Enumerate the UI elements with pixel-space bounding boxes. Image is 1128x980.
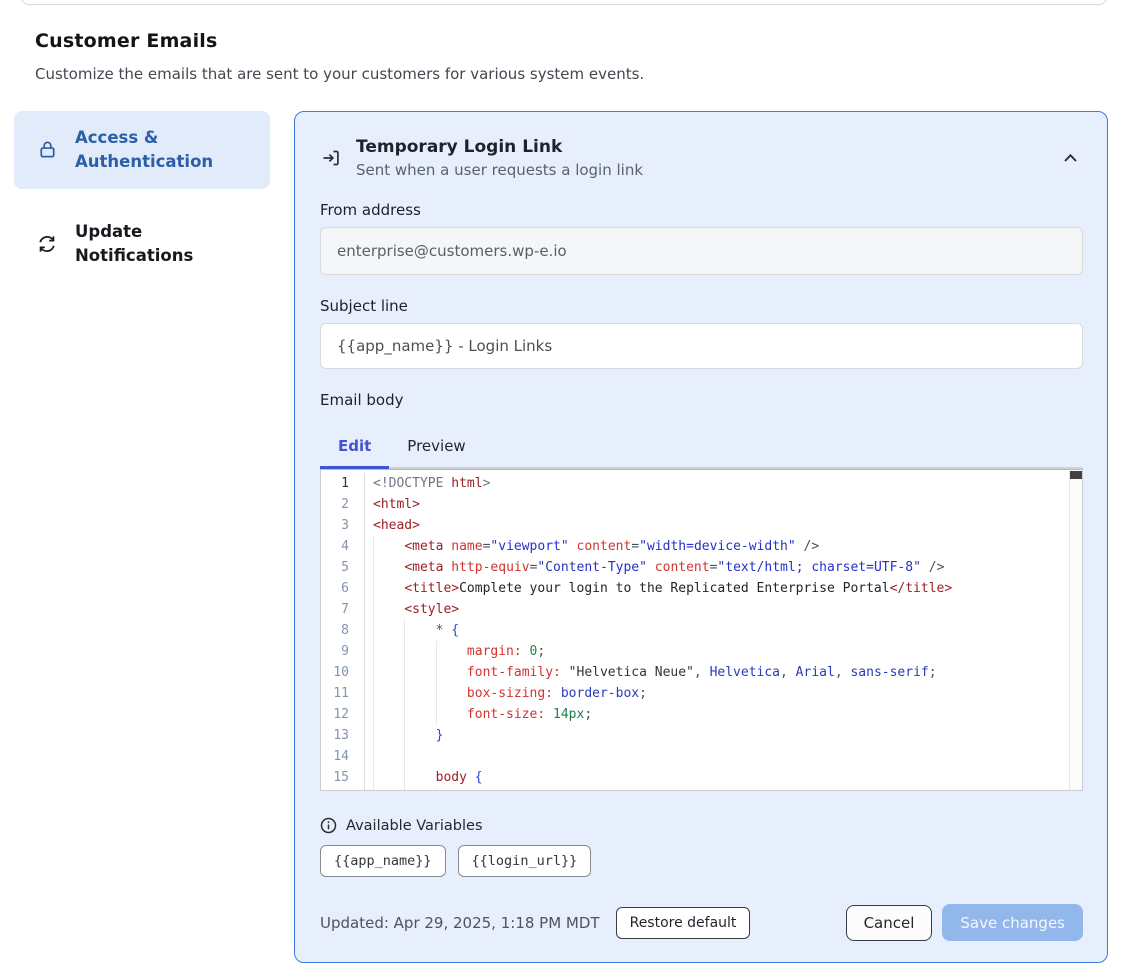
- code-line: 3<head>: [321, 515, 1082, 536]
- editor-scrollbar-thumb[interactable]: [1070, 471, 1082, 479]
- code-line: 5 <meta http-equiv="Content-Type" conten…: [321, 557, 1082, 578]
- code-line: 6 <title>Complete your login to the Repl…: [321, 578, 1082, 599]
- line-number: 9: [321, 641, 365, 662]
- card-header-text: Temporary Login Link Sent when a user re…: [356, 137, 1043, 179]
- sidebar-item-access-authentication[interactable]: Access & Authentication: [14, 111, 270, 189]
- line-number: 3: [321, 515, 365, 536]
- lock-icon: [36, 139, 58, 161]
- code-line: 4 <meta name="viewport" content="width=d…: [321, 536, 1082, 557]
- available-variables-label: Available Variables: [346, 818, 483, 834]
- code-line: 12 font-size: 14px;: [321, 704, 1082, 725]
- content-area: Access & Authentication Update Notificat…: [0, 111, 1128, 963]
- tab-preview[interactable]: Preview: [389, 427, 483, 467]
- line-number: 15: [321, 767, 365, 788]
- chevron-up-icon: [1063, 153, 1078, 163]
- editor-vertical-scrollbar: [1069, 470, 1082, 790]
- line-number: 7: [321, 599, 365, 620]
- line-number: 13: [321, 725, 365, 746]
- line-number: 4: [321, 536, 365, 557]
- sidebar-item-update-notifications[interactable]: Update Notifications: [14, 205, 270, 283]
- line-number: 11: [321, 683, 365, 704]
- page-header: Customer Emails Customize the emails tha…: [0, 0, 1128, 83]
- variable-chip-login-url[interactable]: {{login_url}}: [458, 845, 592, 877]
- collapse-card-button[interactable]: [1057, 145, 1083, 171]
- sidebar-item-label: Update Notifications: [75, 220, 256, 268]
- sidebar-item-label: Access & Authentication: [75, 126, 256, 174]
- previous-card-bottom-edge: [20, 0, 1108, 5]
- code-line: 7 <style>: [321, 599, 1082, 620]
- line-number: 16: [321, 788, 365, 791]
- code-line: 2<html>: [321, 494, 1082, 515]
- variable-chips: {{app_name}} {{login_url}}: [320, 845, 1083, 877]
- code-editor[interactable]: 1<!DOCTYPE html>2<html>3<head>4 <meta na…: [320, 469, 1083, 791]
- code-lines: 1<!DOCTYPE html>2<html>3<head>4 <meta na…: [321, 470, 1082, 791]
- restore-default-button[interactable]: Restore default: [616, 907, 751, 939]
- info-icon: [320, 817, 337, 834]
- code-line: 11 box-sizing: border-box;: [321, 683, 1082, 704]
- code-line: 13 }: [321, 725, 1082, 746]
- available-variables-row: Available Variables: [320, 817, 1083, 834]
- cancel-button[interactable]: Cancel: [846, 905, 933, 941]
- tab-edit[interactable]: Edit: [320, 427, 389, 467]
- line-number: 12: [321, 704, 365, 725]
- email-body-tabs: Edit Preview: [320, 427, 1083, 469]
- code-line: 14: [321, 746, 1082, 767]
- code-line: 9 margin: 0;: [321, 641, 1082, 662]
- code-line: 15 body {: [321, 767, 1082, 788]
- refresh-icon: [36, 233, 58, 255]
- page-subtitle: Customize the emails that are sent to yo…: [35, 65, 1108, 83]
- code-line: 1<!DOCTYPE html>: [321, 473, 1082, 494]
- line-number: 8: [321, 620, 365, 641]
- subject-line-label: Subject line: [320, 297, 1083, 315]
- login-arrow-icon: [320, 147, 342, 169]
- line-number: 5: [321, 557, 365, 578]
- settings-sidebar: Access & Authentication Update Notificat…: [14, 111, 270, 283]
- email-body-label: Email body: [320, 391, 1083, 409]
- temporary-login-link-card: Temporary Login Link Sent when a user re…: [294, 111, 1108, 963]
- code-line: 8 * {: [321, 620, 1082, 641]
- code-line: 10 font-family: "Helvetica Neue", Helvet…: [321, 662, 1082, 683]
- card-subtitle: Sent when a user requests a login link: [356, 161, 1043, 179]
- line-number: 1: [321, 473, 365, 494]
- save-changes-button[interactable]: Save changes: [942, 904, 1083, 941]
- code-line: 16 background-color: #f6f9fc;: [321, 788, 1082, 791]
- page-title: Customer Emails: [35, 30, 1108, 52]
- variable-chip-app-name[interactable]: {{app_name}}: [320, 845, 446, 877]
- from-address-label: From address: [320, 201, 1083, 219]
- from-address-input[interactable]: [320, 227, 1083, 275]
- card-footer: Updated: Apr 29, 2025, 1:18 PM MDT Resto…: [320, 904, 1083, 941]
- line-number: 2: [321, 494, 365, 515]
- line-number: 6: [321, 578, 365, 599]
- line-number: 10: [321, 662, 365, 683]
- line-number: 14: [321, 746, 365, 767]
- subject-line-input[interactable]: [320, 323, 1083, 369]
- card-header: Temporary Login Link Sent when a user re…: [320, 137, 1083, 179]
- card-title: Temporary Login Link: [356, 137, 1043, 157]
- updated-timestamp: Updated: Apr 29, 2025, 1:18 PM MDT: [320, 914, 600, 932]
